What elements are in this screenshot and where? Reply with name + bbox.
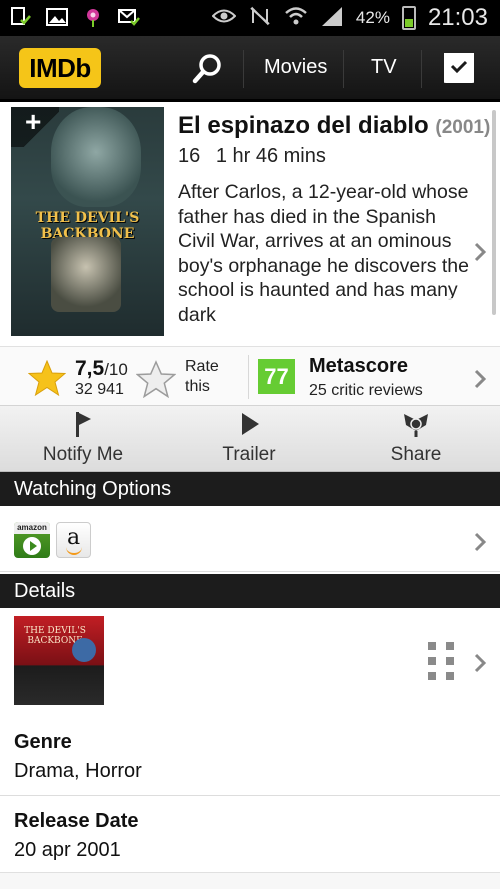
share-label: Share	[390, 444, 442, 465]
status-bar: 42% 21:03	[0, 0, 500, 36]
watching-options-header: Watching Options	[0, 472, 500, 506]
action-bar: Notify Me Trailer Share	[0, 406, 500, 472]
poster-boy-art	[51, 237, 121, 312]
chevron-right-icon[interactable]	[472, 240, 488, 269]
grid-dots-icon[interactable]	[428, 642, 454, 680]
search-icon[interactable]	[190, 51, 226, 87]
chevron-right-icon[interactable]	[472, 367, 488, 396]
rate-label-2: this	[185, 378, 210, 395]
trailer-label: Trailer	[222, 444, 276, 465]
divider	[248, 355, 249, 399]
amazon-video-play-icon	[23, 537, 41, 555]
divider	[0, 795, 500, 796]
poster-disc-art	[72, 638, 96, 662]
play-icon	[235, 410, 263, 438]
metascore-badge: 77	[258, 359, 295, 394]
movie-title: El espinazo del diablo (2001)	[178, 112, 490, 140]
app-bar: IMDb Movies TV	[0, 36, 500, 102]
rating-value: 7,5	[75, 357, 105, 380]
gallery-icon	[46, 6, 68, 28]
share-button[interactable]: Share	[332, 406, 500, 472]
eye-icon	[211, 8, 237, 29]
flower-app-icon	[82, 6, 104, 28]
nav-tv[interactable]: TV	[371, 56, 397, 79]
divider	[343, 50, 344, 88]
notify-me-label: Notify Me	[42, 444, 124, 465]
notification-icons	[10, 6, 140, 28]
critic-reviews[interactable]: 25 critic reviews	[309, 382, 423, 400]
download-complete-icon	[10, 6, 32, 28]
amazon-video-badge-text: amazon	[14, 522, 50, 534]
watchlist-icon[interactable]	[444, 53, 474, 83]
movie-title-text: El espinazo del diablo	[178, 112, 429, 139]
rate-label-1: Rate	[185, 358, 219, 375]
nav-movies[interactable]: Movies	[264, 56, 327, 79]
chevron-right-icon[interactable]	[472, 651, 488, 680]
bottom-edge	[0, 872, 500, 889]
wifi-icon	[284, 6, 308, 31]
share-icon	[402, 410, 430, 438]
add-to-watchlist-icon[interactable]: +	[11, 107, 59, 147]
genre-value: Drama, Horror	[14, 760, 142, 782]
vote-count: 32 941	[75, 381, 124, 398]
rating-max: /10	[104, 360, 128, 379]
star-rating-icon	[27, 359, 67, 401]
clock: 21:03	[427, 4, 488, 31]
details-header: Details	[0, 574, 500, 608]
amazon-store-icon[interactable]: a	[56, 522, 91, 558]
imdb-rating: 7,5/10	[75, 357, 128, 381]
plot-fade	[178, 298, 468, 326]
notify-me-button[interactable]: Notify Me	[0, 406, 166, 472]
movie-poster[interactable]: THE DEVIL'S BACKBONE +	[11, 107, 164, 336]
nfc-muted-icon	[248, 5, 272, 32]
divider	[243, 50, 244, 88]
release-date-value: 20 apr 2001	[14, 839, 121, 861]
ratings-row: 7,5/10 32 941 Rate this 77 Metascore 25 …	[0, 346, 500, 406]
amazon-video-icon[interactable]: amazon	[14, 522, 50, 558]
signal-icon	[320, 5, 344, 32]
watching-options-row[interactable]: amazon a	[0, 506, 500, 572]
movie-overview[interactable]: THE DEVIL'S BACKBONE + El espinazo del d…	[0, 102, 500, 346]
movie-year: (2001)	[435, 117, 491, 138]
certificate: 16	[178, 145, 201, 167]
chevron-right-icon[interactable]	[472, 530, 488, 559]
battery-icon	[401, 6, 416, 30]
release-date-label: Release Date	[14, 810, 139, 832]
scrollbar[interactable]	[492, 110, 496, 315]
rate-this-button[interactable]: Rate this	[185, 357, 235, 397]
rate-star-icon[interactable]	[135, 360, 177, 403]
imdb-logo[interactable]: IMDb	[19, 48, 101, 88]
poster-face-art	[51, 107, 141, 207]
metascore-label[interactable]: Metascore	[309, 355, 408, 378]
details-poster-thumbnail[interactable]: THE DEVIL'S BACKBONE	[14, 616, 104, 705]
status-right: 42% 21:03	[211, 0, 488, 36]
mail-check-icon	[118, 6, 140, 28]
runtime: 1 hr 46 mins	[215, 145, 326, 167]
trailer-button[interactable]: Trailer	[166, 406, 332, 472]
divider	[421, 50, 422, 88]
movie-meta: 16 1 hr 46 mins	[178, 145, 336, 168]
battery-percent: 42%	[355, 8, 390, 27]
flag-icon	[69, 410, 97, 438]
genre-label: Genre	[14, 731, 72, 753]
